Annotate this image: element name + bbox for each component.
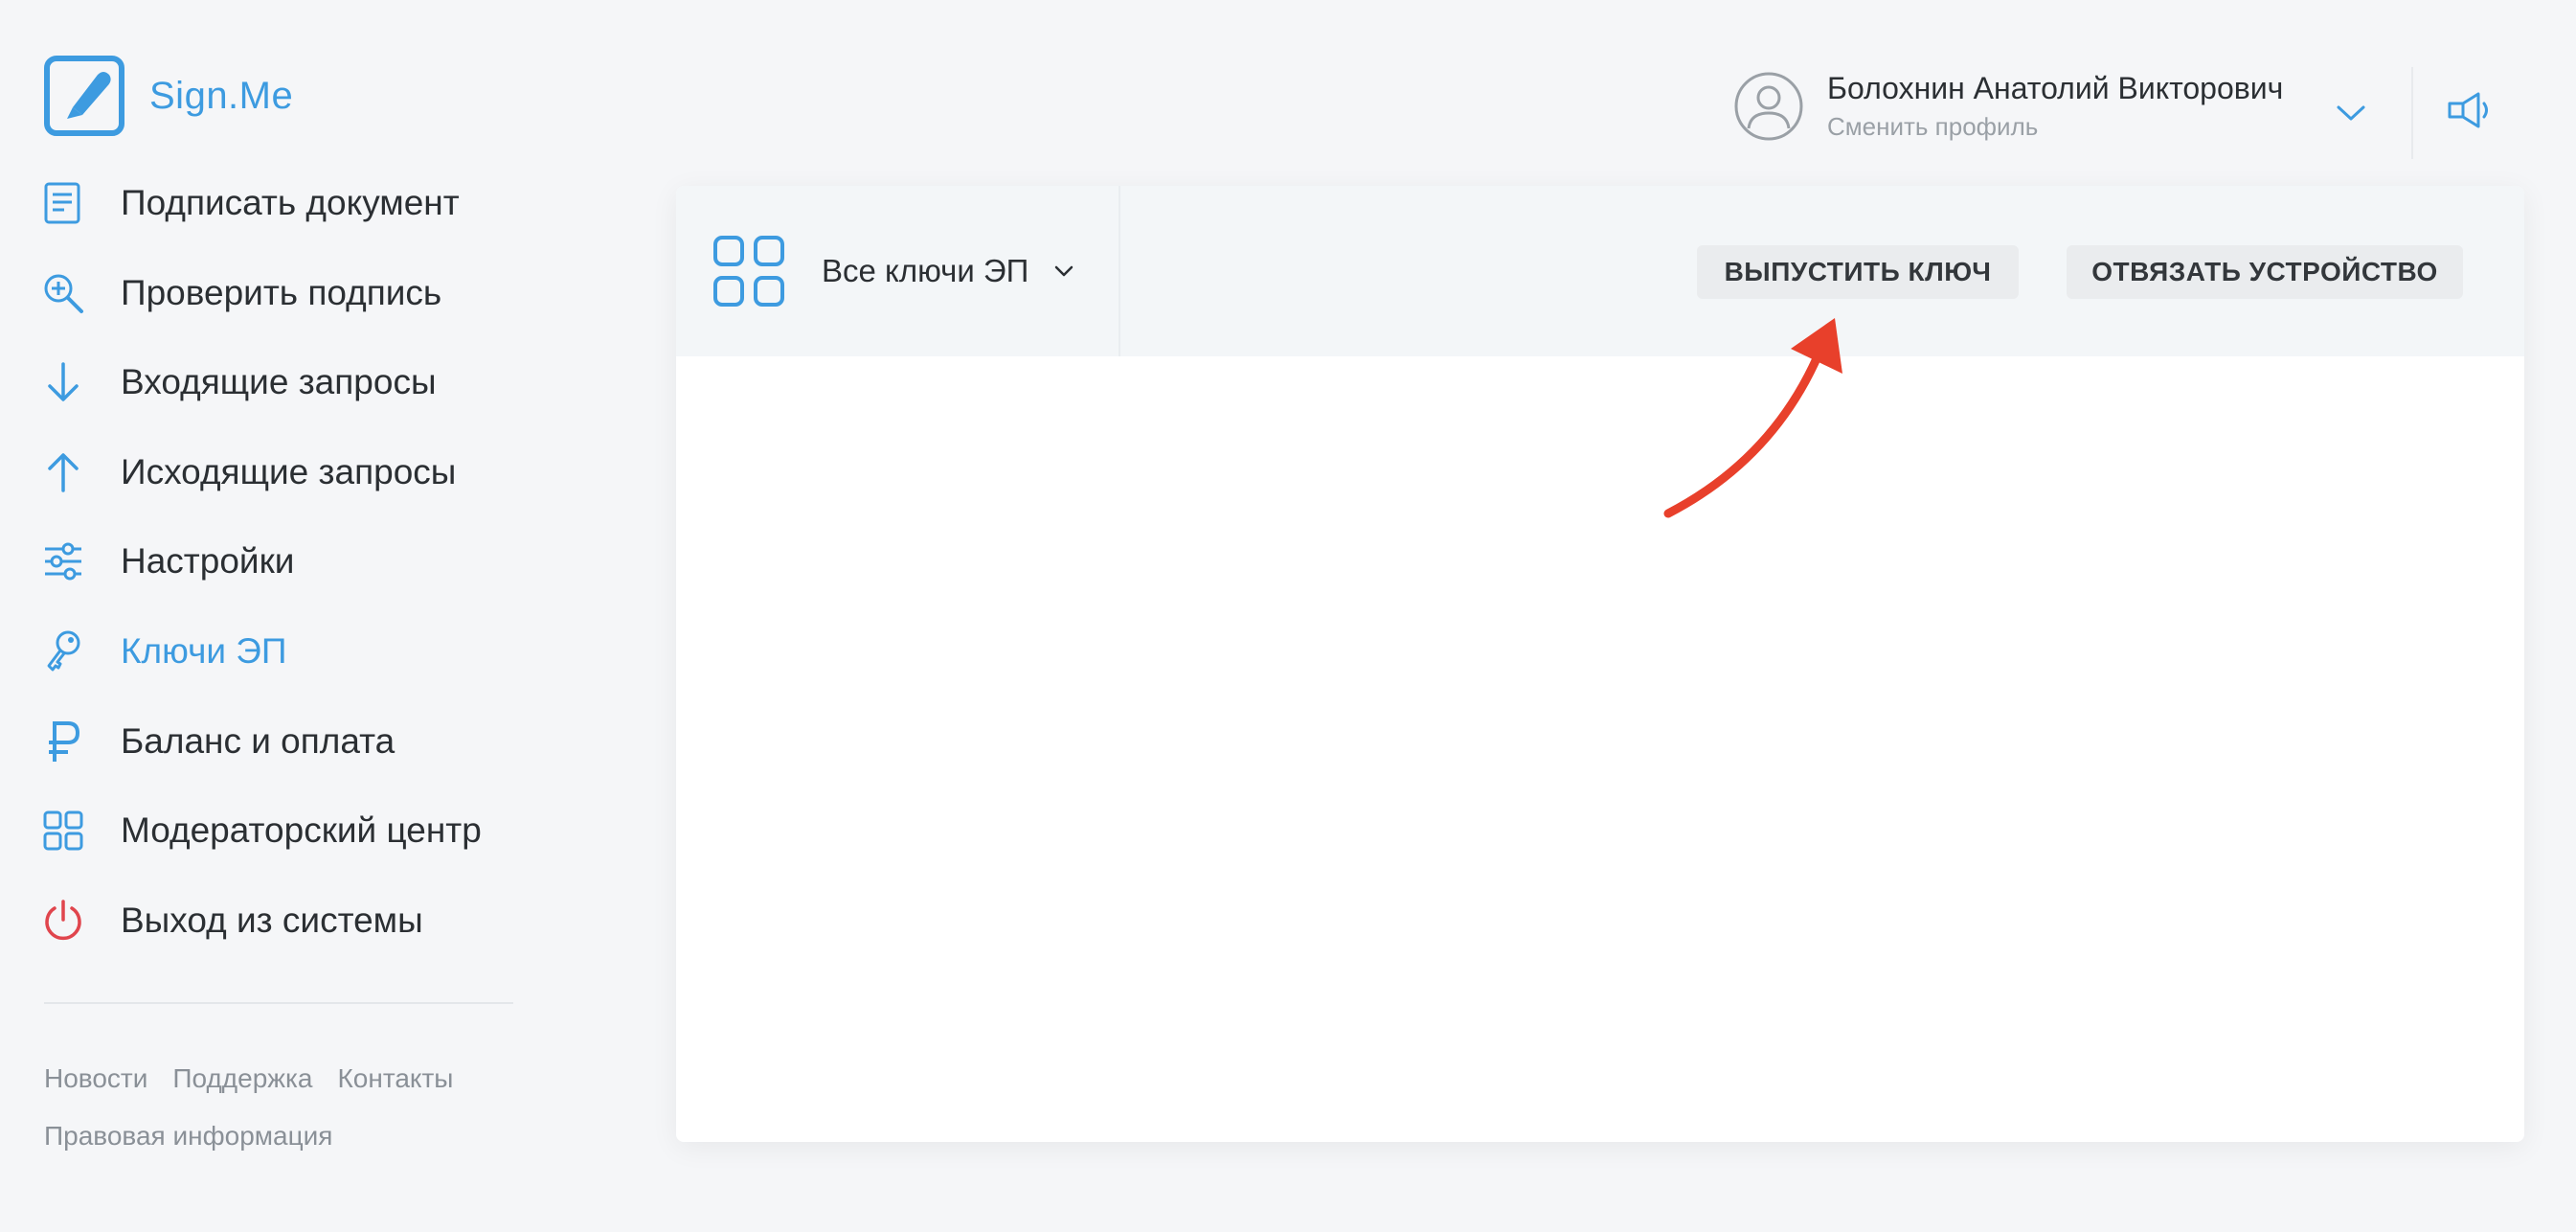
sidebar-item-label: Входящие запросы [121, 362, 437, 402]
sidebar-item-label: Подписать документ [121, 183, 460, 222]
document-icon [40, 180, 86, 226]
sidebar-item-logout[interactable]: Выход из системы [40, 894, 538, 947]
sidebar-item-label: Настройки [121, 541, 295, 582]
brand-name: Sign.Me [149, 74, 294, 117]
sidebar-item-label: Модераторский центр [121, 810, 482, 851]
profile-switcher[interactable]: Болохнин Анатолий Викторович Сменить про… [1733, 71, 2283, 142]
search-plus-icon [40, 270, 86, 316]
switch-profile-link[interactable]: Сменить профиль [1827, 112, 2283, 142]
profile-name: Болохнин Анатолий Викторович [1827, 71, 2284, 105]
chevron-down-icon[interactable] [2335, 102, 2367, 125]
megaphone-icon[interactable] [2444, 86, 2492, 134]
grid-icon [40, 808, 86, 854]
sidebar-item-incoming-requests[interactable]: Входящие запросы [40, 355, 538, 409]
key-icon [40, 628, 86, 674]
power-icon [40, 898, 86, 944]
sidebar-item-outgoing-requests[interactable]: Исходящие запросы [40, 445, 538, 499]
sidebar-footer: Новости Поддержка Контакты Правовая информ… [44, 1050, 542, 1165]
sidebar-item-label: Баланс и оплата [121, 720, 395, 761]
sliders-icon [40, 538, 86, 584]
sidebar-item-moderator-center[interactable]: Модераторский центр [40, 804, 538, 857]
sidebar-item-label: Проверить подпись [121, 272, 442, 312]
pen-logo-icon [44, 56, 124, 136]
sidebar-item-keys[interactable]: Ключи ЭП [40, 625, 538, 678]
sidebar-item-settings[interactable]: Настройки [40, 535, 538, 588]
panel-toolbar: Все ключи ЭП ВЫПУСТИТЬ КЛЮЧ ОТВЯЗАТЬ УСТ… [676, 186, 2524, 356]
filter-label: Все ключи ЭП [822, 253, 1029, 288]
footer-link-legal[interactable]: Правовая информация [44, 1121, 332, 1151]
keys-filter-dropdown[interactable]: Все ключи ЭП [676, 186, 1120, 356]
footer-link-news[interactable]: Новости [44, 1063, 147, 1093]
grid-icon [713, 236, 784, 307]
footer-link-support[interactable]: Поддержка [172, 1063, 312, 1093]
arrow-up-icon [40, 449, 86, 495]
sidebar-item-balance[interactable]: Баланс и оплата [40, 715, 538, 768]
sidebar-item-label: Ключи ЭП [121, 630, 287, 671]
sidebar-item-label: Исходящие запросы [121, 451, 457, 491]
sidebar-item-verify-signature[interactable]: Проверить подпись [40, 266, 538, 320]
annotation-arrow-icon [1663, 318, 1842, 518]
sidebar-divider [44, 1002, 513, 1004]
chevron-down-icon [1055, 265, 1073, 277]
keys-panel: Все ключи ЭП ВЫПУСТИТЬ КЛЮЧ ОТВЯЗАТЬ УСТ… [676, 186, 2524, 1142]
arrow-down-icon [40, 359, 86, 405]
brand-logo[interactable]: Sign.Me [44, 56, 293, 136]
unbind-device-button[interactable]: ОТВЯЗАТЬ УСТРОЙСТВО [2067, 245, 2463, 299]
header-separator [2411, 67, 2413, 159]
footer-link-contacts[interactable]: Контакты [337, 1063, 453, 1093]
sidebar-nav: Подписать документ Проверить подпись Вхо… [40, 176, 538, 983]
user-avatar-icon [1734, 72, 1803, 141]
issue-key-button[interactable]: ВЫПУСТИТЬ КЛЮЧ [1697, 245, 2019, 299]
ruble-icon [40, 719, 86, 764]
sidebar-item-label: Выход из системы [121, 900, 423, 940]
sidebar-item-sign-document[interactable]: Подписать документ [40, 176, 538, 230]
